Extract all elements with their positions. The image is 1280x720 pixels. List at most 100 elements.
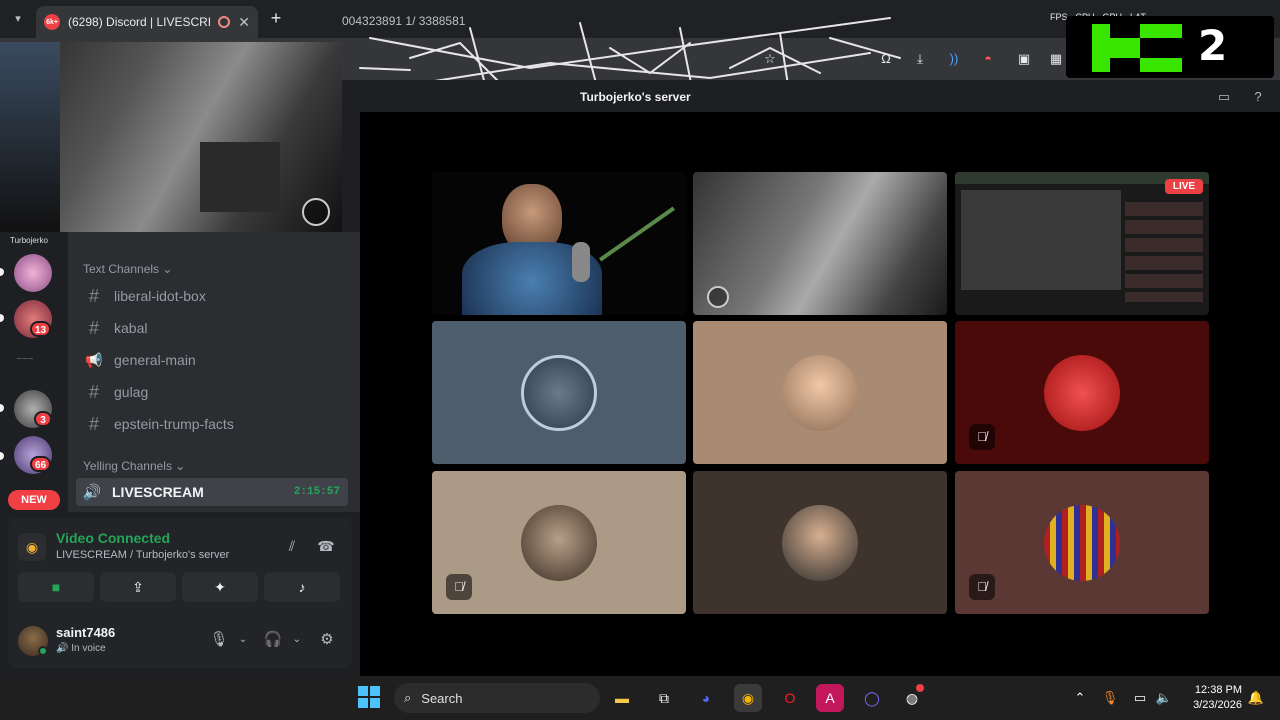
- obs-recording-dot-icon: [916, 684, 924, 692]
- close-tab-icon[interactable]: ✕: [238, 14, 250, 31]
- voice-channel-name: LIVESCREAM: [112, 484, 204, 500]
- discord-taskbar-icon[interactable]: ◕: [692, 684, 720, 712]
- ext-extension-icon[interactable]: ▣: [1016, 51, 1032, 67]
- mic-arm-shape: [598, 206, 676, 262]
- online-status-icon: [38, 646, 48, 656]
- participant-avatar-tiger: [1044, 354, 1120, 431]
- category-text-channels[interactable]: Text Channels ⌄: [83, 262, 172, 276]
- participant-tile-avatar-5[interactable]: [693, 471, 947, 614]
- file-explorer-icon[interactable]: ▬: [608, 684, 636, 712]
- category-yelling-channels[interactable]: Yelling Channels ⌄: [83, 459, 185, 473]
- inbox-icon[interactable]: ▭: [1216, 89, 1232, 105]
- disconnect-icon[interactable]: ☎: [314, 536, 338, 556]
- live-badge: LIVE: [1165, 179, 1203, 194]
- participant-avatar: [521, 504, 597, 581]
- qr-extension-icon[interactable]: ▦: [1048, 51, 1064, 67]
- tab-search-chevron-icon[interactable]: ▾: [8, 9, 28, 29]
- participant-tile-avatar-6[interactable]: 🎙̸: [955, 471, 1209, 614]
- search-icon: ⌕: [404, 690, 412, 705]
- new-tab-button[interactable]: +: [266, 8, 286, 28]
- channel-name: epstein-trump-facts: [114, 416, 234, 432]
- participant-tile-room-camera[interactable]: [693, 172, 947, 315]
- participant-tile-avatar-2[interactable]: [693, 321, 947, 464]
- muted-mic-icon: 🎙̸: [969, 574, 995, 600]
- participant-tile-avatar-3[interactable]: 🎙̸: [955, 321, 1209, 464]
- channel-name: gulag: [114, 384, 149, 400]
- taskbar-search[interactable]: ⌕ Search: [394, 683, 600, 713]
- search-label: Search: [421, 690, 463, 706]
- audio-extension-icon[interactable]: )): [946, 51, 962, 67]
- voice-location: LIVESCREAM / Turbojerko's server: [56, 549, 230, 561]
- webcam-pip-overlay: [0, 42, 342, 232]
- audio-options-chevron-icon[interactable]: ⌄: [286, 630, 308, 650]
- participant-avatar: [782, 354, 858, 431]
- tray-microphone-icon[interactable]: 🎙: [1100, 688, 1120, 708]
- headphones-icon[interactable]: 🎧: [262, 630, 284, 650]
- muted-mic-icon: 🎙̸: [446, 574, 472, 600]
- tray-overflow-chevron-icon[interactable]: ⌃: [1070, 688, 1090, 708]
- participant-tile-streamer-camera[interactable]: [432, 172, 686, 315]
- user-status: 🔊 In voice: [56, 643, 106, 654]
- channel-name: kabal: [114, 320, 148, 336]
- screen-share-button[interactable]: ⇪: [100, 572, 176, 602]
- hash-icon: #: [88, 285, 99, 306]
- chrome-icon[interactable]: ◉: [734, 684, 762, 712]
- notifications-icon[interactable]: 🔔: [1246, 688, 1266, 708]
- copilot-icon[interactable]: ◯: [858, 684, 886, 712]
- broadcast-icon: [302, 198, 330, 226]
- muted-mic-icon: 🎙̸: [969, 424, 995, 450]
- microphone-icon[interactable]: 🎙: [208, 630, 230, 650]
- tray-volume-icon[interactable]: 🔈: [1154, 688, 1174, 708]
- capcut-icon[interactable]: ⧉: [650, 684, 678, 712]
- megaphone-icon: 📢: [85, 351, 103, 368]
- opera-icon[interactable]: O: [776, 684, 804, 712]
- taskbar-clock[interactable]: 12:38 PM 3/23/2026: [1182, 683, 1242, 713]
- mic-options-chevron-icon[interactable]: ⌄: [232, 630, 254, 650]
- channel-kabal[interactable]: # kabal: [78, 314, 350, 342]
- activities-button[interactable]: ✦: [182, 572, 258, 602]
- pip-window-shape: [0, 42, 60, 232]
- voice-channel-livescream[interactable]: 🔊 LIVESCREAM 2:15:57: [76, 478, 348, 506]
- noise-suppression-icon[interactable]: ⫽: [280, 536, 304, 556]
- channel-name: general-main: [114, 352, 196, 368]
- affinity-icon[interactable]: A: [816, 684, 844, 712]
- camera-button[interactable]: ■: [18, 572, 94, 602]
- soundboard-button[interactable]: ♪: [264, 572, 340, 602]
- download-icon[interactable]: ⤓: [912, 51, 928, 67]
- mention-badge: 13: [30, 321, 52, 337]
- signal-strength-icon[interactable]: ◉: [18, 533, 46, 561]
- tray-network-icon[interactable]: ▭: [1130, 688, 1150, 708]
- microphone-shape: [572, 242, 590, 282]
- voice-channel-timer: 2:15:57: [293, 486, 340, 498]
- channel-general-main[interactable]: 📢 general-main: [78, 346, 350, 374]
- discord-favicon-icon: 6k+: [44, 14, 60, 30]
- server-rail-divider: ~~~: [16, 354, 34, 365]
- channel-name: liberal-idot-box: [114, 288, 206, 304]
- channel-epstein-trump-facts[interactable]: # epstein-trump-facts: [78, 410, 350, 438]
- participant-avatar: [521, 354, 597, 431]
- hash-icon: #: [88, 413, 99, 434]
- voice-status[interactable]: Video Connected: [56, 530, 170, 546]
- participant-tile-avatar-4[interactable]: 🎙̸: [432, 471, 686, 614]
- tab-title: (6298) Discord | LIVESCREAM: [68, 15, 210, 29]
- server-icon-1[interactable]: [14, 254, 52, 292]
- pip-desk-shape: [200, 142, 280, 212]
- channel-gulag[interactable]: # gulag: [78, 378, 350, 406]
- windows-start-icon[interactable]: [358, 686, 380, 708]
- speaker-icon: 🔊: [82, 484, 102, 501]
- channel-liberal-idot-box[interactable]: # liberal-idot-box: [78, 282, 350, 310]
- shared-video-area: [961, 190, 1121, 290]
- pokeball-extension-icon[interactable]: ◓: [980, 51, 996, 67]
- new-unreads-badge[interactable]: NEW: [8, 490, 60, 510]
- help-icon[interactable]: ?: [1250, 89, 1266, 105]
- broadcast-icon: [707, 286, 729, 308]
- clock-time: 12:38 PM: [1194, 684, 1242, 696]
- logo-k-mark: [1092, 24, 1182, 72]
- participant-avatar-corn: [1044, 504, 1120, 581]
- participant-tile-avatar-1[interactable]: [432, 321, 686, 464]
- username[interactable]: saint7486: [56, 625, 115, 640]
- server-title: Turbojerko's server: [580, 90, 691, 104]
- browser-tab-discord[interactable]: 6k+ (6298) Discord | LIVESCREAM ✕: [36, 6, 258, 38]
- mention-badge: 66: [30, 456, 52, 472]
- settings-gear-icon[interactable]: ⚙: [316, 630, 338, 650]
